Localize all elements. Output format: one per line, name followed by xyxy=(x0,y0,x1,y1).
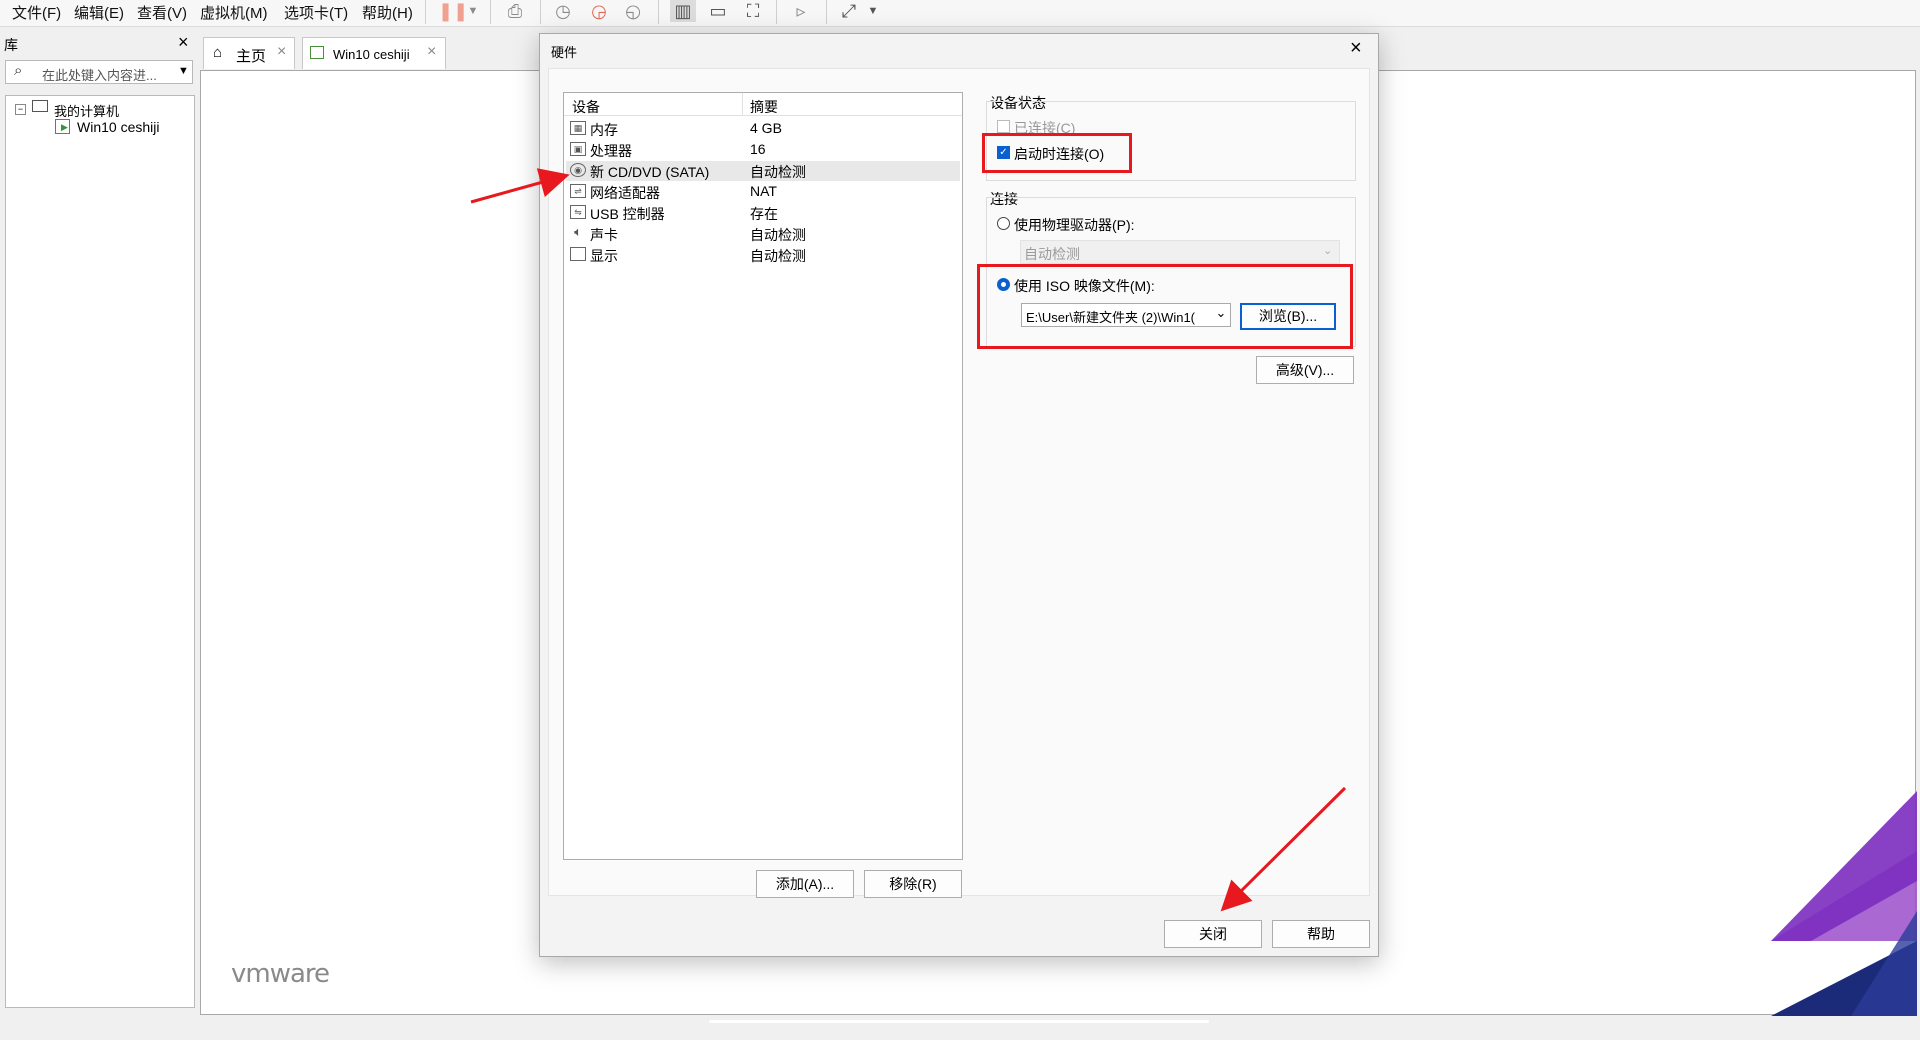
arrow-to-close-button xyxy=(1220,786,1347,912)
arrow-to-cd-dvd xyxy=(470,168,570,204)
annotation-arrows xyxy=(470,168,1347,912)
